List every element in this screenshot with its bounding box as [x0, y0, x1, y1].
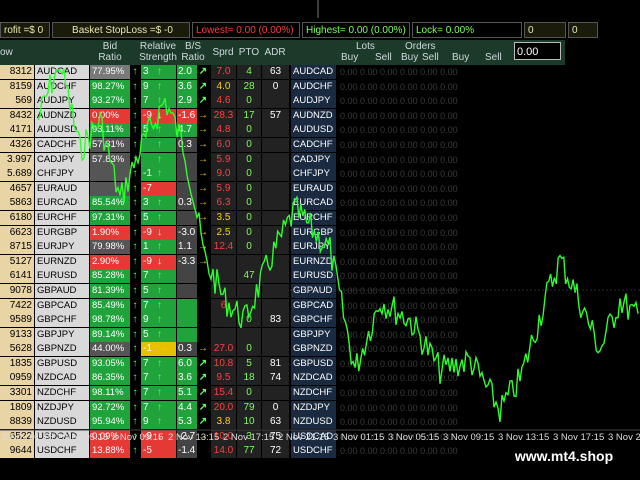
time-tick-label: 3 Nov 05:15	[388, 432, 440, 443]
time-tick-label: 2 Nov 01:15	[2, 432, 54, 443]
time-tick-label: 2 Nov 09:15	[112, 432, 164, 443]
time-tick-label: 3 Nov 09:15	[443, 432, 495, 443]
time-tick-label: 2 Nov 21:15	[278, 432, 330, 443]
time-tick-label: 3 Nov 01:15	[333, 432, 385, 443]
time-tick-label: 3 Nov 17:15	[553, 432, 605, 443]
price-line	[37, 67, 639, 423]
price-chart	[0, 0, 640, 431]
watermark-label: www.mt4.shop	[497, 443, 631, 469]
time-tick-label: 2 Nov 05:15	[57, 432, 109, 443]
chart-time-axis: 2 Nov 01:15 2 Nov 05:15 2 Nov 09:15 2 Nov 1…	[0, 430, 640, 444]
time-tick-label: 3 Nov 13:15	[498, 432, 550, 443]
time-tick-label: 3 Nov 2	[608, 432, 640, 443]
time-tick-label: 2 Nov 13:15	[168, 432, 220, 443]
time-tick-label: 2 Nov 17:15	[223, 432, 275, 443]
